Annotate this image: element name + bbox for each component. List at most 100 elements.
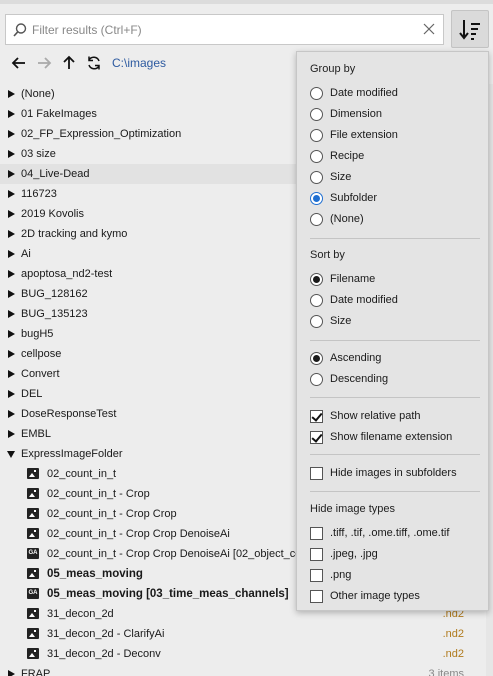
- expand-arrow-icon[interactable]: [8, 290, 15, 298]
- radio-button[interactable]: [310, 129, 323, 142]
- refresh-icon[interactable]: [86, 55, 102, 71]
- image-icon: [27, 528, 39, 539]
- radio-button[interactable]: [310, 87, 323, 100]
- option-label: Hide images in subfolders: [330, 467, 457, 479]
- section-title: Sort by: [310, 249, 345, 261]
- folder-label: cellpose: [21, 348, 62, 360]
- ga-icon: GA: [27, 588, 39, 599]
- separator: [310, 340, 480, 341]
- option-label: File extension: [330, 129, 398, 141]
- expand-arrow-icon[interactable]: [8, 350, 15, 358]
- checkbox[interactable]: [310, 527, 323, 540]
- radio-button[interactable]: [310, 352, 323, 365]
- current-path-link[interactable]: C:\images: [112, 56, 166, 70]
- file-name: 02_count_in_t - Crop Crop DenoiseAi [02_…: [47, 548, 302, 560]
- window: C:\images (None) 01 FakeImages 02_FP_Expre…: [0, 0, 493, 676]
- radio-button[interactable]: [310, 171, 323, 184]
- option-label: Date modified: [330, 87, 398, 99]
- expand-arrow-icon[interactable]: [8, 210, 15, 218]
- expand-arrow-icon[interactable]: [8, 150, 15, 158]
- image-icon: [27, 608, 39, 619]
- image-icon: [27, 508, 39, 519]
- folder-label: 116723: [21, 188, 57, 200]
- separator: [310, 238, 480, 239]
- file-name: 31_decon_2d: [47, 608, 114, 620]
- expand-arrow-icon[interactable]: [8, 270, 15, 278]
- option-label: .jpeg, .jpg: [330, 548, 378, 560]
- folder-label: 01 FakeImages: [21, 108, 97, 120]
- checkbox[interactable]: [310, 548, 323, 561]
- expand-arrow-icon[interactable]: [8, 430, 15, 438]
- checkbox[interactable]: [310, 410, 323, 423]
- radio-button[interactable]: [310, 315, 323, 328]
- expand-arrow-icon[interactable]: [8, 390, 15, 398]
- folder-label: 02_FP_Expression_Optimization: [21, 128, 182, 140]
- forward-arrow-icon[interactable]: [36, 55, 52, 71]
- clear-icon[interactable]: [421, 21, 437, 37]
- radio-button[interactable]: [310, 294, 323, 307]
- image-icon: [27, 568, 39, 579]
- checkbox[interactable]: [310, 467, 323, 480]
- file-name: 02_count_in_t - Crop Crop: [47, 508, 177, 520]
- option-label: Dimension: [330, 108, 382, 120]
- option-label: Show relative path: [330, 410, 421, 422]
- option-label: .png: [330, 569, 352, 581]
- folder-label: 04_Live-Dead: [21, 168, 90, 180]
- folder-label: apoptosa_nd2-test: [21, 268, 113, 280]
- file-row[interactable]: 31_decon_2d - ClarifyAi .nd2: [0, 624, 493, 644]
- radio-button[interactable]: [310, 273, 323, 286]
- image-icon: [27, 628, 39, 639]
- up-arrow-icon[interactable]: [61, 55, 77, 71]
- file-name: 02_count_in_t: [47, 468, 117, 480]
- radio-button[interactable]: [310, 108, 323, 121]
- option-label: Recipe: [330, 150, 365, 162]
- checkbox[interactable]: [310, 590, 323, 603]
- search-input[interactable]: [32, 21, 412, 39]
- file-name: 02_count_in_t - Crop: [47, 488, 150, 500]
- option-label: Filename: [330, 273, 376, 285]
- expand-arrow-icon[interactable]: [8, 170, 15, 178]
- radio-button[interactable]: [310, 192, 323, 205]
- folder-row[interactable]: FRAP 3 items: [0, 664, 493, 676]
- radio-button[interactable]: [310, 373, 323, 386]
- section-title: Group by: [310, 63, 356, 75]
- expand-arrow-icon[interactable]: [8, 110, 15, 118]
- file-row[interactable]: 31_decon_2d - Deconv .nd2: [0, 644, 493, 664]
- back-arrow-icon[interactable]: [11, 55, 27, 71]
- group-sort-popup: Group by Date modified Dimension File exten…: [296, 51, 489, 611]
- checkbox[interactable]: [310, 431, 323, 444]
- folder-label: DEL: [21, 388, 43, 400]
- file-name: 31_decon_2d - ClarifyAi: [47, 628, 165, 640]
- expand-arrow-icon[interactable]: [8, 250, 15, 258]
- option-label: Show filename extension: [330, 431, 453, 443]
- separator: [310, 454, 480, 455]
- folder-label: Convert: [21, 368, 60, 380]
- radio-button[interactable]: [310, 150, 323, 163]
- file-name: 05_meas_moving [03_time_meas_channels]: [47, 588, 289, 600]
- sort-icon: [459, 20, 480, 40]
- collapse-arrow-icon[interactable]: [7, 451, 15, 458]
- folder-label: FRAP: [21, 668, 51, 676]
- expand-arrow-icon[interactable]: [8, 330, 15, 338]
- ga-icon: GA: [27, 548, 39, 559]
- folder-label: 2019 Kovolis: [21, 208, 84, 220]
- radio-button[interactable]: [310, 213, 323, 226]
- option-label: Subfolder: [330, 192, 378, 204]
- expand-arrow-icon[interactable]: [8, 670, 15, 676]
- file-extension: .nd2: [442, 628, 464, 640]
- expand-arrow-icon[interactable]: [8, 410, 15, 418]
- expand-arrow-icon[interactable]: [8, 230, 15, 238]
- expand-arrow-icon[interactable]: [8, 90, 15, 98]
- option-label: (None): [330, 213, 364, 225]
- folder-label: 03 size: [21, 148, 56, 160]
- item-count: 3 items: [428, 668, 464, 676]
- option-label: .tiff, .tif, .ome.tiff, .ome.tif: [330, 527, 450, 539]
- expand-arrow-icon[interactable]: [8, 310, 15, 318]
- search-box[interactable]: [5, 14, 444, 45]
- expand-arrow-icon[interactable]: [8, 190, 15, 198]
- expand-arrow-icon[interactable]: [8, 370, 15, 378]
- sort-group-button[interactable]: [451, 10, 489, 48]
- section-title: Hide image types: [310, 503, 395, 515]
- expand-arrow-icon[interactable]: [8, 130, 15, 138]
- checkbox[interactable]: [310, 569, 323, 582]
